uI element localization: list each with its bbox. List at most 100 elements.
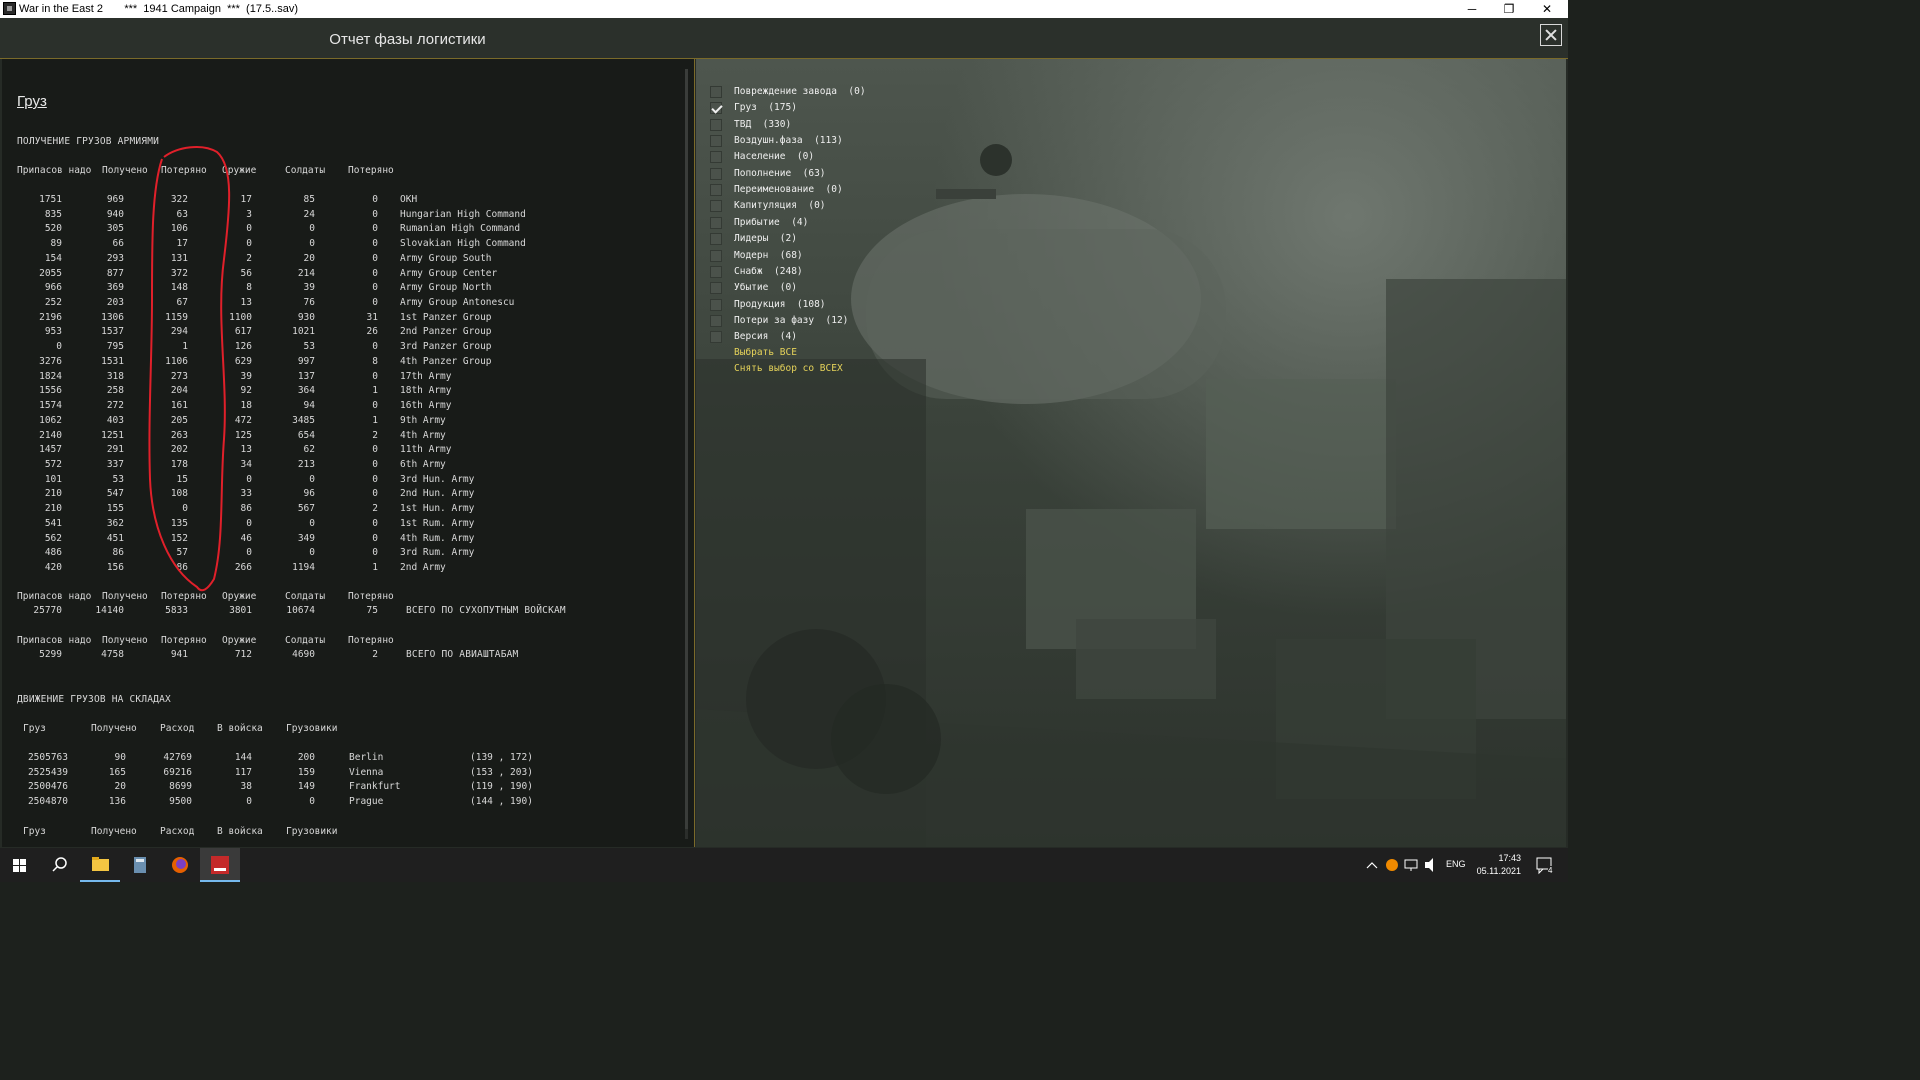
- close-report-button[interactable]: [1540, 24, 1562, 46]
- table-cell: 204: [170, 385, 188, 397]
- hq-name: Army Group South: [400, 252, 492, 264]
- column-header: Получено: [91, 826, 137, 837]
- checkbox[interactable]: [710, 216, 722, 229]
- hq-name: Army Group North: [400, 282, 492, 294]
- table-cell: 362: [106, 517, 124, 529]
- column-header: Потеряно: [161, 165, 207, 176]
- total-cell: 5299: [39, 649, 62, 660]
- table-cell: 17: [176, 238, 188, 250]
- table-cell: 92: [240, 385, 252, 397]
- table-cell: 155: [106, 503, 124, 515]
- table-cell: 90: [114, 752, 126, 763]
- table-cell: 1: [372, 385, 378, 397]
- hq-name: Army Group Antonescu: [400, 297, 515, 309]
- table-cell: 258: [106, 385, 124, 397]
- filter-label: Потери за фазу (12): [734, 314, 849, 326]
- table-cell: 15: [176, 473, 188, 485]
- table-cell: 13: [240, 444, 252, 456]
- total-cell: 25770: [33, 605, 62, 616]
- hq-name: 3rd Hun. Army: [400, 473, 475, 485]
- table-cell: 0: [246, 547, 252, 559]
- table-cell: 337: [106, 458, 124, 470]
- table-cell: 2505763: [27, 752, 68, 763]
- tray-app-icon[interactable]: [1383, 848, 1401, 882]
- checkbox[interactable]: [710, 86, 722, 98]
- table-cell: 0: [372, 194, 378, 205]
- table-cell: 34: [240, 458, 252, 470]
- checkbox[interactable]: [710, 200, 722, 213]
- table-cell: 291: [106, 444, 124, 456]
- windows-start-icon[interactable]: [0, 848, 40, 882]
- checkbox[interactable]: [710, 314, 722, 327]
- clock[interactable]: 17:43 05.11.2021: [1477, 852, 1521, 878]
- checkbox[interactable]: [710, 167, 722, 180]
- table-cell: 547: [106, 488, 124, 500]
- volume-icon[interactable]: [1422, 848, 1440, 882]
- table-cell: 1106: [165, 355, 188, 367]
- network-icon[interactable]: [1402, 848, 1420, 882]
- calculator-icon[interactable]: [120, 848, 160, 882]
- table-cell: 0: [246, 238, 252, 250]
- maximize-button[interactable]: ❐: [1491, 0, 1527, 18]
- report-scrollbar[interactable]: [685, 69, 688, 839]
- search-icon[interactable]: [40, 848, 80, 882]
- total-cell: 2: [372, 649, 378, 660]
- filter-label: Повреждение завода (0): [734, 86, 866, 97]
- table-cell: 159: [297, 766, 315, 778]
- table-cell: 0: [246, 796, 252, 808]
- message-filter-panel: Повреждение завода (0) Груз (175) ТВД (330…: [696, 59, 1566, 847]
- hq-name: 17th Army: [400, 370, 452, 382]
- minimize-button[interactable]: ─: [1454, 0, 1490, 18]
- checkbox[interactable]: [710, 135, 722, 148]
- deselect-all-link[interactable]: Снять выбор со ВСЕХ: [734, 363, 843, 374]
- checkbox[interactable]: [710, 282, 722, 295]
- hq-name: 1st Panzer Group: [400, 311, 492, 323]
- checkbox[interactable]: [710, 298, 722, 311]
- checkbox[interactable]: [710, 249, 722, 262]
- table-cell: 94: [303, 400, 315, 412]
- table-cell: 349: [297, 532, 315, 544]
- table-cell: 66: [112, 238, 124, 250]
- column-header: Потеряно: [161, 591, 207, 602]
- table-cell: 39: [303, 282, 315, 294]
- input-language[interactable]: ENG: [1446, 859, 1466, 869]
- window-title: War in the East 2 *** 1941 Campaign *** …: [19, 3, 299, 15]
- file-explorer-icon[interactable]: [80, 848, 120, 882]
- total-cell: 10674: [286, 605, 315, 616]
- checkbox[interactable]: [710, 118, 722, 131]
- depot-movement-heading: ДВИЖЕНИЕ ГРУЗОВ НА СКЛАДАХ: [17, 694, 171, 705]
- logistics-report-window: Отчет фазы логистики Груз ПОЛУЧЕНИЕ ГРУЗ…: [0, 18, 1568, 848]
- table-cell: 0: [372, 400, 378, 412]
- table-cell: 0: [372, 208, 378, 220]
- notification-center-icon[interactable]: 4: [1530, 848, 1560, 882]
- checkbox[interactable]: [710, 265, 722, 278]
- checkbox[interactable]: [710, 331, 722, 344]
- table-cell: 57: [176, 547, 188, 559]
- table-cell: 567: [297, 503, 315, 515]
- column-header: Потеряно: [348, 591, 394, 602]
- table-cell: 161: [170, 400, 188, 412]
- checkbox[interactable]: [710, 102, 722, 115]
- column-header: Потеряно: [348, 165, 394, 176]
- firefox-icon[interactable]: [160, 848, 200, 882]
- table-cell: 8: [372, 355, 378, 367]
- table-cell: 520: [44, 223, 62, 235]
- table-cell: 46: [240, 532, 252, 544]
- select-all-link[interactable]: Выбрать ВСЕ: [734, 347, 797, 358]
- checkbox[interactable]: [710, 151, 722, 164]
- checkbox[interactable]: [710, 233, 722, 246]
- checkbox[interactable]: [710, 184, 722, 197]
- table-cell: 203: [106, 297, 124, 309]
- wite-game-icon[interactable]: [200, 848, 240, 882]
- table-cell: 0: [372, 252, 378, 264]
- column-header: Получено: [91, 723, 137, 734]
- table-cell: 0: [372, 473, 378, 485]
- column-header: Грузовики: [286, 723, 338, 734]
- column-header: Припасов надо: [17, 591, 92, 602]
- tray-chevron-up-icon[interactable]: [1364, 848, 1380, 882]
- table-cell: 85: [303, 194, 315, 205]
- table-cell: 149: [297, 781, 315, 793]
- report-text-panel[interactable]: Груз ПОЛУЧЕНИЕ ГРУЗОВ АРМИЯМИ Припасов н…: [2, 59, 695, 847]
- table-cell: 0: [309, 473, 315, 485]
- window-close-button[interactable]: ✕: [1529, 0, 1565, 18]
